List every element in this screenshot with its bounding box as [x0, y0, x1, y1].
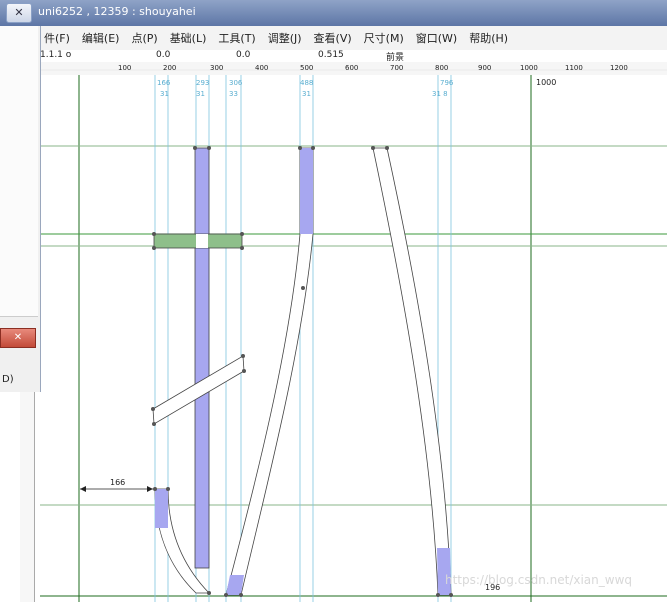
svg-text:100: 100 [118, 64, 131, 72]
svg-text:700: 700 [390, 64, 403, 72]
vertical-ruler [20, 392, 35, 602]
info-value: 1.1.1 o [40, 50, 72, 60]
svg-text:293: 293 [196, 79, 209, 87]
info-value: 0.0 [236, 50, 251, 60]
hook-fill [155, 489, 168, 528]
svg-text:33: 33 [229, 90, 238, 98]
watermark: https://blog.csdn.net/xian_wwq [445, 573, 633, 587]
left-panel: ✕ D) [0, 26, 41, 392]
dialog-text: D) [2, 374, 14, 385]
svg-text:31: 31 [302, 90, 311, 98]
title-bar[interactable]: ✕ uni6252 , 12359 : shouyahei [0, 0, 667, 27]
width-dimension-label: 166 [110, 478, 125, 487]
svg-text:200: 200 [163, 64, 176, 72]
menu-point[interactable]: 点(P) [131, 30, 157, 46]
svg-text:31: 31 [196, 90, 205, 98]
svg-text:600: 600 [345, 64, 358, 72]
svg-text:1000: 1000 [520, 64, 538, 72]
svg-text:900: 900 [478, 64, 491, 72]
info-value: 0.515 [318, 50, 344, 60]
svg-text:166: 166 [157, 79, 171, 87]
advance-width-label: 1000 [536, 78, 556, 87]
svg-text:1200: 1200 [610, 64, 628, 72]
svg-text:31 8: 31 8 [432, 90, 448, 98]
menu-edit[interactable]: 编辑(E) [82, 30, 120, 46]
stroke-overlap [196, 234, 208, 248]
menu-view[interactable]: 查看(V) [314, 30, 352, 46]
menu-bar: 件(F) 编辑(E) 点(P) 基础(L) 工具(T) 调整(J) 查看(V) … [36, 26, 667, 51]
dialog-close-icon[interactable]: ✕ [0, 328, 36, 348]
close-icon[interactable]: ✕ [6, 3, 32, 23]
right-falling-stroke[interactable] [372, 147, 452, 596]
info-value: 0.0 [156, 50, 171, 60]
svg-text:500: 500 [300, 64, 313, 72]
svg-text:306: 306 [229, 79, 243, 87]
vertical-stroke-fill [195, 148, 209, 568]
svg-text:300: 300 [210, 64, 223, 72]
window-title: uni6252 , 12359 : shouyahei [38, 5, 196, 18]
menu-window[interactable]: 窗口(W) [416, 30, 457, 46]
svg-text:800: 800 [435, 64, 448, 72]
left-falling-fill [300, 148, 313, 234]
menu-tools[interactable]: 工具(T) [218, 30, 255, 46]
menu-element[interactable]: 基础(L) [170, 30, 207, 46]
menu-help[interactable]: 帮助(H) [469, 30, 508, 46]
dimension-arrow-right [147, 486, 153, 492]
menu-metrics[interactable]: 尺寸(M) [364, 30, 404, 46]
svg-text:488: 488 [300, 79, 313, 87]
svg-text:1100: 1100 [565, 64, 583, 72]
svg-text:400: 400 [255, 64, 268, 72]
panel-list [0, 26, 38, 317]
dimension-arrow-left [80, 486, 86, 492]
info-bar: 1.1.1 o 0.0 0.0 0.515 前景 [36, 50, 667, 63]
left-falling-tip-fill [226, 575, 244, 595]
right-falling-fill [437, 548, 451, 595]
glyph-editor-canvas[interactable]: 166 196 100 200 300 400 500 600 700 800 … [0, 0, 667, 602]
menu-hints[interactable]: 调整(J) [268, 30, 302, 46]
svg-text:31: 31 [160, 90, 169, 98]
menu-file[interactable]: 件(F) [44, 30, 70, 46]
info-value: 前景 [386, 53, 405, 63]
guide-labels: 166 293 306 488 796 31 31 33 31 31 8 [157, 79, 454, 98]
svg-text:796: 796 [440, 79, 454, 87]
